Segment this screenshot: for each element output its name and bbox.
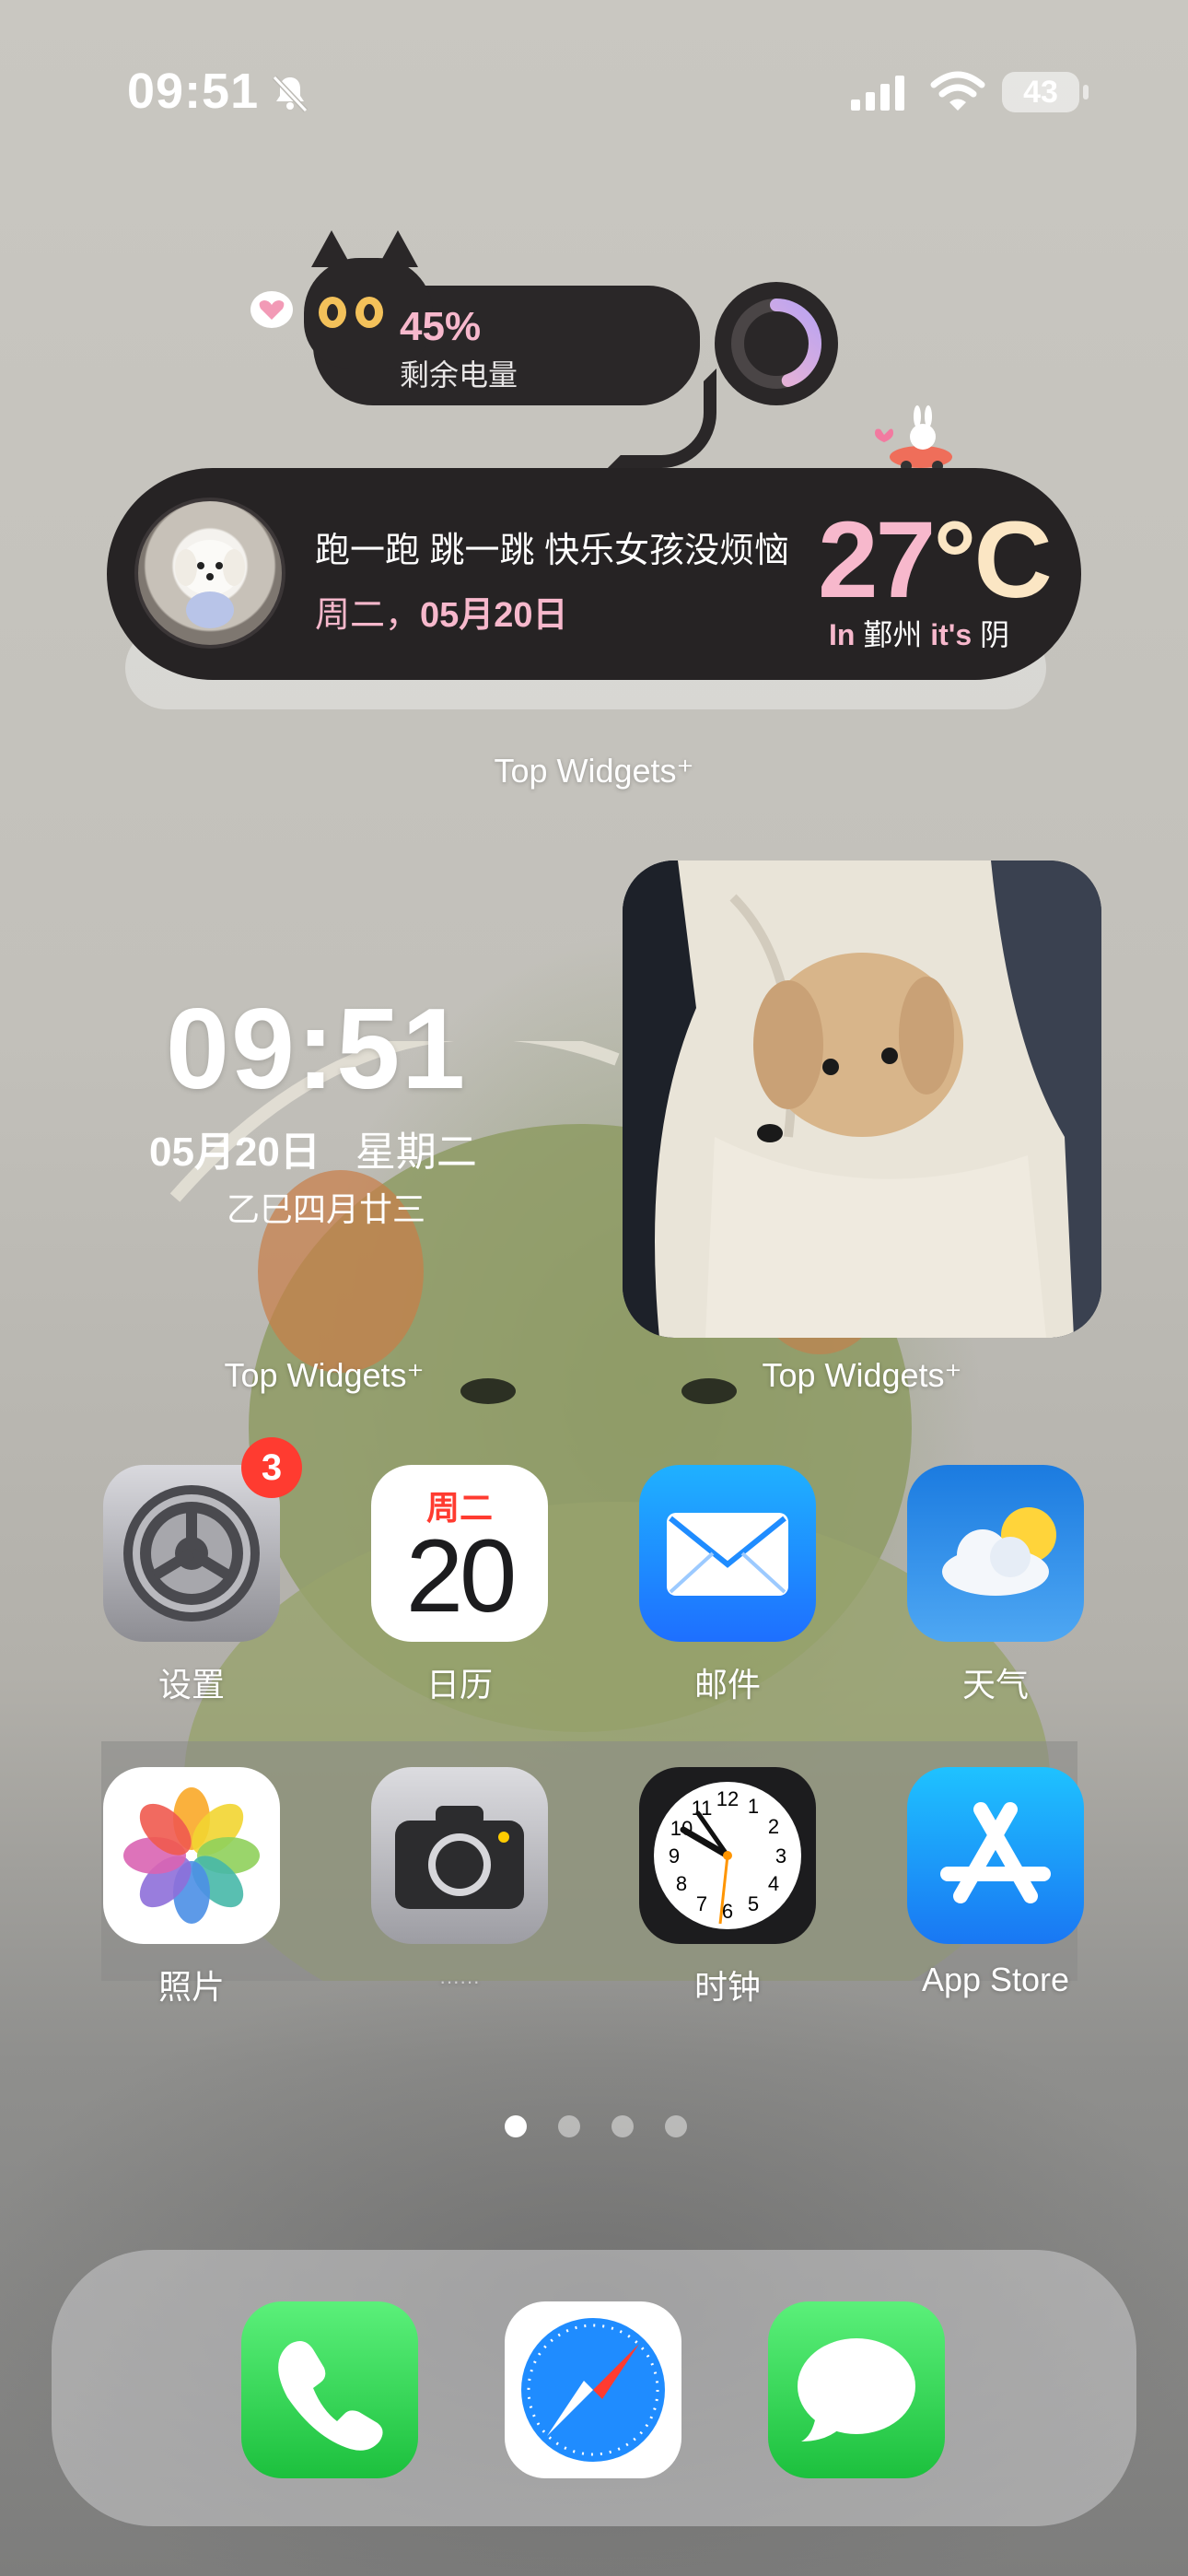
signal-icon bbox=[851, 76, 904, 111]
battery-ring bbox=[715, 282, 838, 405]
appstore-icon bbox=[907, 1767, 1084, 1944]
weather-date-line: 周二，05月20日 bbox=[315, 586, 568, 637]
svg-text:4: 4 bbox=[768, 1872, 779, 1895]
app-settings-label: 设置 bbox=[157, 1666, 225, 1704]
app-settings[interactable]: 设置 bbox=[103, 1465, 280, 1706]
weather-temperature: 27°C bbox=[818, 498, 1053, 623]
settings-badge: 3 bbox=[241, 1437, 302, 1498]
cat-ear-left bbox=[311, 230, 352, 267]
calendar-icon: 周二 20 bbox=[371, 1465, 548, 1642]
status-bar: 09:51 43 bbox=[0, 0, 1188, 184]
weather-date: 05月20日 bbox=[420, 596, 568, 635]
weather-weekday: 周二， bbox=[315, 596, 421, 635]
cat-eye-right bbox=[355, 297, 383, 328]
dock-messages[interactable] bbox=[768, 2301, 945, 2478]
app-photos[interactable]: 照片 bbox=[103, 1767, 280, 2008]
weather-location: In 鄞州 it's 阴 bbox=[829, 612, 1009, 654]
app-calendar-label: 日历 bbox=[425, 1666, 493, 1704]
app-clock[interactable]: 1212 345 678 91011 时钟 bbox=[639, 1767, 816, 2008]
app-calendar[interactable]: 周二 20 日历 bbox=[371, 1465, 548, 1706]
app-photos-label: 照片 bbox=[157, 1968, 225, 2006]
heart-bubble-icon bbox=[250, 291, 293, 328]
cat-eye-left bbox=[319, 297, 346, 328]
app-camera[interactable]: ······ bbox=[371, 1767, 548, 1994]
battery-percent: 45% bbox=[400, 304, 482, 349]
calendar-day-number: 20 bbox=[405, 1518, 518, 1633]
page-dot[interactable] bbox=[505, 2115, 527, 2137]
app-mail-label: 邮件 bbox=[693, 1666, 761, 1704]
widget-label-photo: Top Widgets⁺ bbox=[762, 1356, 962, 1394]
safari-icon bbox=[505, 2301, 681, 2478]
dock-safari[interactable] bbox=[505, 2301, 681, 2478]
page-dot[interactable] bbox=[665, 2115, 687, 2137]
photos-flower-icon bbox=[103, 1767, 280, 1944]
weather-slogan: 跑一跑 跳一跳 快乐女孩没烦恼 bbox=[315, 532, 790, 570]
weather-cloud-icon bbox=[907, 1465, 1084, 1642]
loc-condition: 阴 bbox=[972, 618, 1010, 651]
app-appstore[interactable]: App Store bbox=[907, 1767, 1084, 1999]
svg-text:2: 2 bbox=[768, 1815, 779, 1838]
widget-label-top: Top Widgets⁺ bbox=[494, 752, 694, 790]
app-weather[interactable]: 天气 bbox=[907, 1465, 1084, 1706]
clock-widget-lunar-date: 乙巳四月廿三 bbox=[227, 1190, 426, 1228]
dock-phone[interactable] bbox=[241, 2301, 418, 2478]
status-time: 09:51 bbox=[127, 64, 260, 119]
app-weather-label: 天气 bbox=[961, 1666, 1029, 1704]
photo-widget[interactable] bbox=[623, 861, 1101, 1338]
svg-text:9: 9 bbox=[669, 1844, 680, 1868]
clock-widget-date: 05月20日 bbox=[149, 1130, 320, 1175]
clock-widget-date-line: 05月20日 星期二 bbox=[149, 1118, 477, 1177]
clock-face-icon: 1212 345 678 91011 bbox=[639, 1767, 816, 1944]
messages-icon bbox=[768, 2301, 945, 2478]
battery-label: 剩余电量 bbox=[400, 358, 518, 392]
clock-widget-time: 09:51 bbox=[166, 986, 468, 1113]
page-dot[interactable] bbox=[611, 2115, 634, 2137]
bell-slash-icon bbox=[272, 75, 309, 113]
loc-city: 鄞州 bbox=[855, 618, 931, 651]
svg-text:5: 5 bbox=[748, 1892, 759, 1915]
temperature-unit: °C bbox=[933, 499, 1052, 621]
battery-icon: 43 bbox=[1002, 72, 1079, 112]
svg-text:1: 1 bbox=[748, 1795, 759, 1818]
svg-text:3: 3 bbox=[775, 1844, 786, 1868]
app-appstore-label: App Store bbox=[921, 1961, 1070, 1998]
phone-icon bbox=[241, 2301, 418, 2478]
wifi-icon bbox=[930, 71, 985, 111]
page-indicator[interactable] bbox=[505, 2115, 689, 2141]
loc-mid: it's bbox=[930, 618, 973, 651]
svg-text:12: 12 bbox=[716, 1787, 739, 1810]
svg-text:8: 8 bbox=[676, 1872, 687, 1895]
cat-ear-right bbox=[378, 230, 418, 267]
mail-envelope-icon bbox=[639, 1465, 816, 1642]
clock-widget-weekday: 星期二 bbox=[355, 1130, 477, 1175]
loc-prefix: In bbox=[829, 618, 856, 651]
camera-icon bbox=[371, 1767, 548, 1944]
page-dot[interactable] bbox=[558, 2115, 580, 2137]
puppy-photo bbox=[623, 861, 1101, 1338]
temperature-number: 27 bbox=[818, 499, 936, 621]
app-camera-label: ······ bbox=[439, 1970, 480, 1993]
bunny-car-icon bbox=[875, 405, 952, 470]
puppy-avatar bbox=[134, 498, 285, 649]
svg-text:7: 7 bbox=[696, 1892, 707, 1915]
app-clock-label: 时钟 bbox=[693, 1968, 761, 2006]
app-mail[interactable]: 邮件 bbox=[639, 1465, 816, 1706]
battery-tip bbox=[1083, 85, 1089, 100]
widget-label-clock: Top Widgets⁺ bbox=[224, 1356, 425, 1394]
